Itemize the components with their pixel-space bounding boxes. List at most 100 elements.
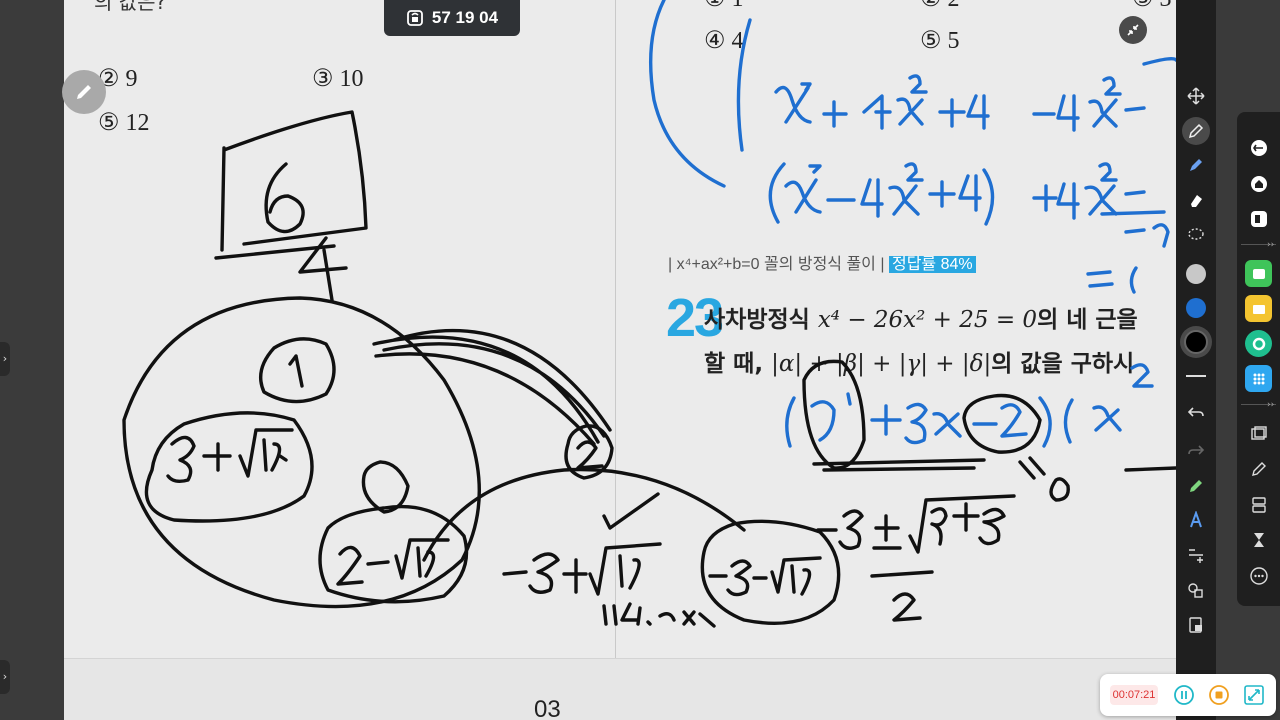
- left-expand-tab[interactable]: ›: [0, 342, 10, 376]
- stop-icon: [1209, 685, 1229, 705]
- shape-tool[interactable]: [1182, 576, 1210, 604]
- ink-arrows: [372, 328, 612, 446]
- ink-circle-3: [361, 460, 410, 514]
- color-black[interactable]: [1180, 326, 1212, 358]
- ink-four: [298, 236, 348, 302]
- ink-2minus-sqrt17: [336, 538, 450, 586]
- left-margin: › ›: [0, 0, 64, 720]
- app-files[interactable]: [1245, 295, 1272, 322]
- recording-time: 00:07:21: [1110, 685, 1158, 705]
- pen-float-button[interactable]: [62, 70, 106, 114]
- lasso-icon: [1188, 228, 1204, 240]
- highlighter-tool[interactable]: [1182, 151, 1210, 179]
- question-fragment: 의 값은?: [94, 0, 167, 14]
- recent-apps-icon: [1250, 210, 1267, 227]
- left-expand-tab-bottom[interactable]: ›: [0, 660, 10, 694]
- laser-pen-icon: [1190, 480, 1202, 492]
- page-number: 03: [534, 696, 561, 720]
- app-circle[interactable]: [1245, 330, 1272, 357]
- side-screenshot-button[interactable]: [1245, 420, 1272, 447]
- ink-circle-1: [259, 337, 336, 404]
- problem-tag: | x⁴+ax²+b=0 꼴의 방정식 풀이 | 정답률 84%: [668, 250, 976, 274]
- floating-side-panel: ›› ››: [1237, 112, 1280, 606]
- ink-blue-line2: [768, 162, 1170, 248]
- math-icon: [1189, 549, 1203, 563]
- hourglass-icon: [1253, 532, 1264, 547]
- ink-minus3-minus-sqrt17: [708, 556, 822, 597]
- choice-2-right[interactable]: ② 2: [920, 0, 960, 13]
- choice-5-left[interactable]: ⑤ 12: [98, 108, 150, 137]
- problem-text-line2: 할 때, |α| + |β| + |γ| + |δ|의 값을 구하시: [704, 351, 1135, 377]
- column-divider: [615, 0, 616, 658]
- stroke-width-indicator[interactable]: [1186, 375, 1206, 377]
- screen-recorder-widget: 00:07:21: [1100, 674, 1276, 716]
- text-recognize-tool[interactable]: [1182, 506, 1210, 534]
- laser-pen-tool[interactable]: [1182, 472, 1210, 500]
- side-home-button[interactable]: [1245, 170, 1272, 197]
- ink-circle-minus3-minus-sqrt17: [700, 519, 841, 625]
- ink-approx: [602, 602, 716, 628]
- ink-equals-zero: [1018, 456, 1070, 502]
- expand-icon: [1244, 685, 1264, 705]
- pen-icon: [1188, 123, 1204, 139]
- highlighter-icon: [1190, 159, 1202, 171]
- ink-blue-equals: [1086, 266, 1138, 294]
- eraser-icon: [1191, 195, 1202, 207]
- document-page[interactable]: 의 값은? ② 9 ③ 10 ⑤ 12 ① 1 ② 2 ③ 3 ④ 4 ⑤ 5 …: [64, 0, 1176, 720]
- ink-six: [264, 162, 305, 234]
- math-tool[interactable]: [1182, 541, 1210, 569]
- ink-one: [288, 354, 304, 388]
- pause-recording-button[interactable]: [1172, 683, 1196, 707]
- undo-icon: [1187, 407, 1204, 417]
- side-expand-arrows-2[interactable]: ››: [1267, 400, 1274, 410]
- ink-big-circle: [122, 296, 481, 609]
- lock-page-icon: [1189, 617, 1202, 633]
- app-grid[interactable]: [1245, 365, 1272, 392]
- side-layout-button[interactable]: [1245, 491, 1272, 518]
- lasso-tool[interactable]: [1182, 221, 1210, 249]
- choice-3-left[interactable]: ③ 10: [312, 64, 364, 93]
- choice-4-right[interactable]: ④ 4: [704, 26, 744, 55]
- correct-rate-badge: 정답률 84%: [888, 256, 976, 273]
- ink-box: [214, 110, 368, 260]
- ink-blue-line1: [774, 56, 1176, 132]
- chat-app-icon: [1252, 268, 1265, 279]
- lock-tool[interactable]: [1182, 611, 1210, 639]
- side-annotate-button[interactable]: [1245, 455, 1272, 482]
- side-timer-button[interactable]: [1245, 526, 1272, 553]
- expand-recorder-button[interactable]: [1242, 683, 1266, 707]
- pen-toolbar: [1176, 0, 1216, 720]
- side-recent-button[interactable]: [1245, 205, 1272, 232]
- undo-button[interactable]: [1182, 398, 1210, 426]
- folder-icon: [1252, 304, 1265, 314]
- collapse-button[interactable]: [1119, 16, 1147, 44]
- side-more-button[interactable]: [1245, 562, 1272, 589]
- ink-check: [602, 492, 660, 530]
- grid-app-icon: [1253, 373, 1264, 384]
- back-icon: [1250, 139, 1267, 156]
- redo-button[interactable]: [1182, 436, 1210, 464]
- choice-3-right[interactable]: ③ 3: [1132, 0, 1172, 13]
- side-back-button[interactable]: [1245, 134, 1272, 161]
- eraser-tool[interactable]: [1182, 186, 1210, 214]
- text-a-icon: [1190, 511, 1202, 528]
- pen-tool[interactable]: [1182, 117, 1210, 145]
- circle-app-icon: [1252, 337, 1265, 350]
- screenshot-icon: [1250, 425, 1267, 440]
- problem-text-line1: 사차방정식 x⁴ − 26x² + 25 = 0의 네 근을: [704, 307, 1138, 333]
- color-gray[interactable]: [1182, 260, 1210, 288]
- choice-1-right[interactable]: ① 1: [704, 0, 744, 13]
- ink-circle-2sqrt17: [318, 504, 469, 604]
- ink-quadratic-formula: [816, 494, 1016, 622]
- timer-badge[interactable]: 57 19 04: [384, 0, 520, 36]
- choice-5-right[interactable]: ⑤ 5: [920, 26, 960, 55]
- color-blue[interactable]: [1182, 294, 1210, 322]
- move-tool[interactable]: [1182, 82, 1210, 110]
- side-expand-arrows[interactable]: ››: [1267, 240, 1274, 250]
- stop-recording-button[interactable]: [1207, 683, 1231, 707]
- ink-dash-right: [1124, 466, 1176, 472]
- timer-text: 57 19 04: [431, 8, 499, 27]
- home-icon: [1250, 175, 1267, 192]
- app-chat[interactable]: [1245, 260, 1272, 287]
- more-icon: [1249, 566, 1268, 585]
